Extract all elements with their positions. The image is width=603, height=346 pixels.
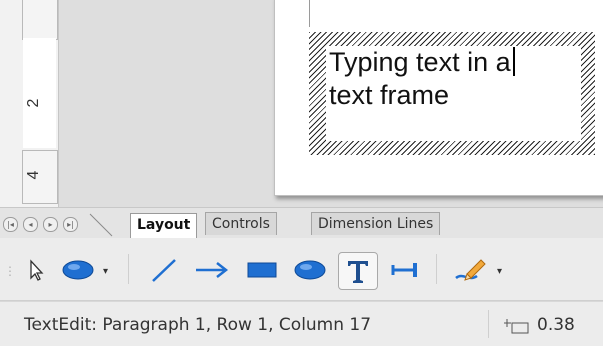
- tab-layout[interactable]: Layout: [130, 213, 198, 238]
- status-bar: TextEdit: Paragraph 1, Row 1, Column 17 …: [0, 301, 603, 346]
- line-icon: [152, 259, 176, 282]
- select-button[interactable]: [20, 254, 52, 286]
- position-value: 0.38: [537, 315, 575, 335]
- page-margin-guide: [309, 0, 310, 27]
- position-size-icon: [504, 319, 529, 334]
- arrow-line-icon: [196, 262, 229, 278]
- ellipse-shape-button[interactable]: [290, 254, 330, 286]
- tab-controls[interactable]: Controls: [205, 212, 277, 235]
- select-arrow-icon: [30, 259, 44, 281]
- toolbar-grip[interactable]: ⋮: [4, 264, 16, 278]
- ellipse-button[interactable]: [59, 254, 97, 286]
- ruler-page-area: [23, 38, 56, 148]
- rectangle-icon: [247, 262, 277, 278]
- text-frame[interactable]: Typing text in a text frame: [309, 32, 595, 155]
- layer-tab-bar: |◂ ◂ ▸ ▸| Layout Controls Dimension Line…: [0, 207, 603, 240]
- ruler-number: 2: [25, 98, 42, 108]
- curve-pencil-icon: [455, 259, 486, 281]
- line-button[interactable]: [144, 254, 184, 286]
- text-line-2: text frame: [329, 80, 450, 110]
- text-tool-button[interactable]: [338, 252, 378, 290]
- text-cursor: [512, 47, 515, 76]
- previous-tab-icon[interactable]: ◂: [23, 217, 38, 232]
- line-ends-with-arrow-button[interactable]: [192, 254, 232, 286]
- text-icon: [348, 261, 368, 283]
- curve-button[interactable]: [450, 254, 490, 286]
- rectangle-button[interactable]: [242, 254, 282, 286]
- ellipse-icon: [62, 260, 94, 280]
- text-line-1: Typing text in a: [329, 47, 511, 77]
- connector-icon: [391, 263, 417, 277]
- first-tab-icon[interactable]: |◂: [3, 217, 18, 232]
- drawing-toolbar: ⋮ ▾ ▾: [0, 238, 603, 301]
- status-text: TextEdit: Paragraph 1, Row 1, Column 17: [24, 315, 372, 335]
- ruler-segment: [22, 0, 58, 40]
- curve-dropdown-icon[interactable]: ▾: [497, 266, 502, 277]
- toolbar-separator: [128, 254, 129, 284]
- text-frame-text[interactable]: Typing text in a text frame: [329, 46, 515, 112]
- vertical-ruler: 2 4: [0, 0, 59, 207]
- ruler-number: 4: [25, 170, 42, 180]
- tab-dimension-lines[interactable]: Dimension Lines: [311, 212, 441, 235]
- status-separator: [488, 310, 489, 338]
- last-tab-icon[interactable]: ▸|: [63, 217, 78, 232]
- drawing-canvas[interactable]: 2 4 Typing text in a text frame: [0, 0, 603, 207]
- next-tab-icon[interactable]: ▸: [43, 217, 58, 232]
- ellipse-filled-icon: [294, 260, 326, 280]
- connector-button[interactable]: [386, 254, 424, 286]
- toolbar-separator: [436, 254, 437, 284]
- ellipse-dropdown-icon[interactable]: ▾: [103, 266, 108, 277]
